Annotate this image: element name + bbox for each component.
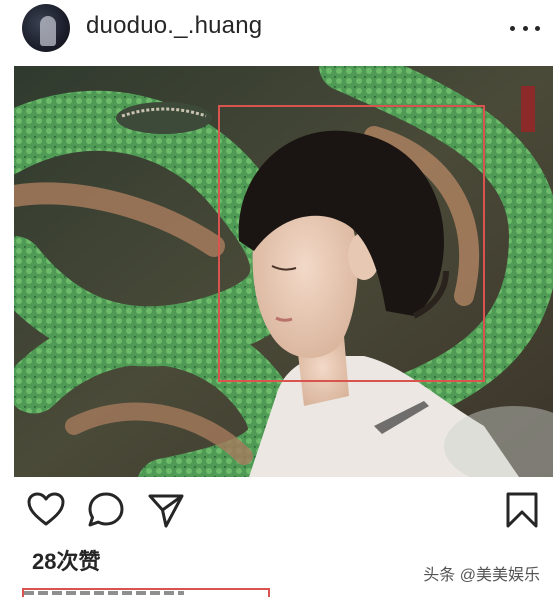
instagram-post: duoduo._.huang 28次赞 头条 @美美娱乐 bbox=[0, 0, 554, 597]
post-photo[interactable] bbox=[14, 66, 553, 477]
post-header: duoduo._.huang bbox=[0, 0, 554, 56]
like-count[interactable]: 28次赞 bbox=[32, 549, 100, 575]
source-watermark: 头条 @美美娱乐 bbox=[423, 567, 540, 584]
save-button[interactable] bbox=[502, 490, 542, 530]
caption-text-fragment bbox=[24, 591, 184, 595]
caption-highlight bbox=[22, 588, 270, 597]
avatar-figure bbox=[40, 16, 56, 46]
share-button[interactable] bbox=[146, 490, 186, 530]
more-dots-icon bbox=[510, 25, 515, 31]
more-dots-icon bbox=[522, 25, 528, 31]
photo-illustration bbox=[14, 66, 553, 477]
send-paper-plane-icon bbox=[148, 494, 184, 528]
more-dots-icon bbox=[535, 25, 540, 31]
bookmark-icon bbox=[506, 492, 538, 528]
comment-bubble-icon bbox=[88, 492, 124, 527]
more-options-button[interactable] bbox=[510, 18, 540, 38]
username[interactable]: duoduo._.huang bbox=[86, 12, 262, 40]
like-button[interactable] bbox=[26, 490, 66, 530]
action-bar bbox=[0, 490, 554, 540]
heart-icon bbox=[27, 492, 65, 526]
comment-button[interactable] bbox=[86, 490, 126, 530]
avatar[interactable] bbox=[22, 4, 70, 52]
